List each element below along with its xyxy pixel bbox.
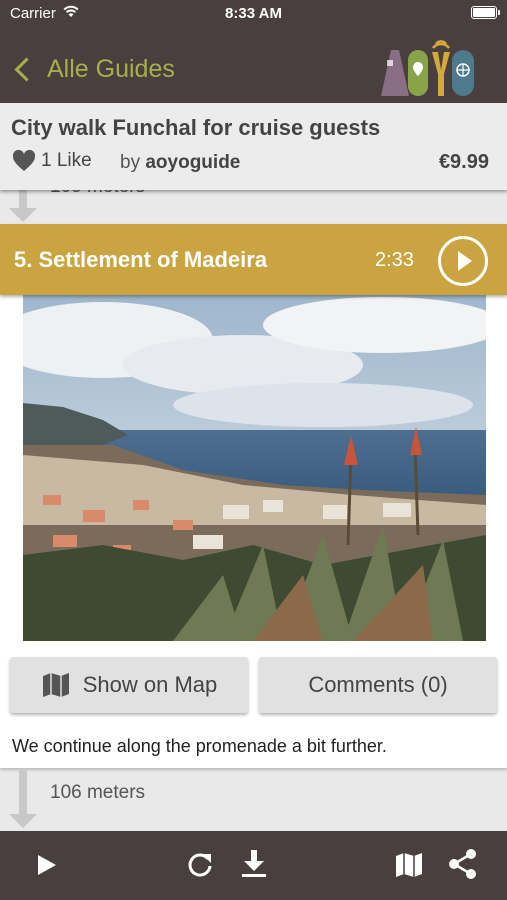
comments-label: Comments (0)	[308, 672, 448, 697]
refresh-icon[interactable]	[186, 850, 214, 878]
like-count: 1 Like	[41, 150, 92, 171]
like-button[interactable]: 1 Like	[12, 150, 92, 172]
guide-title: City walk Funchal for cruise guests	[11, 115, 381, 140]
back-button[interactable]: Alle Guides	[12, 52, 175, 86]
chevron-left-icon	[14, 56, 39, 82]
route-arrow-icon	[9, 770, 37, 828]
station-header[interactable]: 5. Settlement of Madeira 2:33	[0, 224, 507, 295]
bottom-toolbar	[0, 831, 507, 900]
station-description: We continue along the promenade a bit fu…	[12, 736, 387, 756]
next-distance: 106 meters	[50, 782, 146, 803]
author-prefix: by	[120, 152, 141, 173]
share-icon[interactable]	[448, 848, 478, 880]
status-bar: Carrier 8:33 AM	[0, 0, 507, 28]
map-icon	[42, 673, 69, 697]
station-title: 5. Settlement of Madeira	[14, 247, 268, 272]
guide-header: City walk Funchal for cruise guests 1 Li…	[0, 103, 507, 190]
station-duration: 2:33	[375, 249, 414, 271]
back-button-label: Alle Guides	[47, 54, 175, 83]
map-icon[interactable]	[394, 851, 424, 879]
battery-icon	[471, 6, 500, 19]
heart-icon	[12, 150, 36, 171]
author-line: by aoyoguide	[120, 152, 240, 174]
play-icon[interactable]	[36, 853, 58, 877]
station-photo	[23, 295, 486, 641]
play-audio-button[interactable]	[438, 236, 488, 286]
clock: 8:33 AM	[225, 5, 282, 22]
show-on-map-label: Show on Map	[82, 672, 218, 697]
show-on-map-button[interactable]: Show on Map	[10, 657, 248, 713]
route-arrow-icon	[9, 186, 37, 222]
author-name[interactable]: aoyoguide	[145, 152, 240, 173]
price-label: €9.99	[438, 151, 489, 173]
comments-button[interactable]: Comments (0)	[259, 657, 497, 713]
aoyo-logo	[381, 40, 474, 96]
download-icon[interactable]	[241, 849, 267, 879]
